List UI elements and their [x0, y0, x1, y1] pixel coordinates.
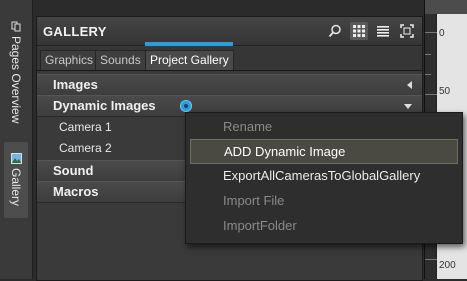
image-icon [10, 153, 22, 165]
group-images[interactable]: Images [37, 74, 422, 96]
item-label: Camera 2 [59, 141, 112, 155]
ruler-header [425, 0, 467, 15]
ruler-tick [425, 94, 437, 95]
group-label: Macros [53, 184, 99, 199]
active-tab-indicator [145, 42, 233, 46]
list-view-button[interactable] [374, 22, 392, 40]
menu-item-add-dynamic-image[interactable]: ADD Dynamic Image [190, 139, 458, 164]
fit-icon [400, 24, 414, 38]
ruler-tick [425, 54, 431, 55]
tab-pages-overview[interactable]: Pages Overview [4, 6, 28, 138]
fit-button[interactable] [398, 22, 416, 40]
tab-gallery[interactable]: Gallery [4, 142, 28, 218]
ruler-tick [425, 32, 437, 33]
menu-item-rename[interactable]: Rename [190, 115, 458, 138]
item-label: Camera 1 [59, 120, 112, 134]
ruler-tick [425, 74, 431, 75]
add-icon[interactable] [180, 100, 192, 112]
grid-view-button[interactable] [350, 22, 368, 40]
search-button[interactable] [326, 22, 344, 40]
tab-project-gallery[interactable]: Project Gallery [145, 50, 234, 70]
context-menu: Rename ADD Dynamic Image ExportAllCamera… [185, 112, 463, 244]
tab-gallery-label: Gallery [9, 168, 23, 207]
list-view-icon [377, 26, 389, 37]
menu-item-export-all-cameras[interactable]: ExportAllCamerasToGlobalGallery [190, 164, 458, 187]
grid-view-icon [353, 25, 365, 37]
menu-item-import-folder[interactable]: ImportFolder [190, 214, 458, 237]
ruler-label: 200 [439, 260, 456, 271]
search-icon [328, 24, 341, 38]
group-label: Sound [53, 163, 94, 178]
ruler-label: 50 [439, 86, 451, 97]
collapsed-arrow-icon[interactable] [407, 81, 412, 89]
group-label: Images [53, 77, 98, 92]
tab-sounds[interactable]: Sounds [95, 50, 146, 70]
ruler-label: 0 [439, 28, 445, 39]
panel-title: GALLERY [43, 24, 107, 39]
tab-graphics[interactable]: Graphics [40, 50, 99, 70]
ruler-tick [425, 259, 437, 260]
gallery-tabs: Graphics Sounds Project Gallery [37, 47, 422, 71]
menu-item-import-file[interactable]: Import File [190, 189, 458, 212]
pages-icon [11, 21, 20, 32]
tab-pages-overview-label: Pages Overview [9, 35, 23, 124]
side-tab-strip: Pages Overview Gallery [0, 0, 33, 279]
group-label: Dynamic Images [53, 98, 156, 113]
expanded-arrow-icon[interactable] [404, 104, 412, 109]
